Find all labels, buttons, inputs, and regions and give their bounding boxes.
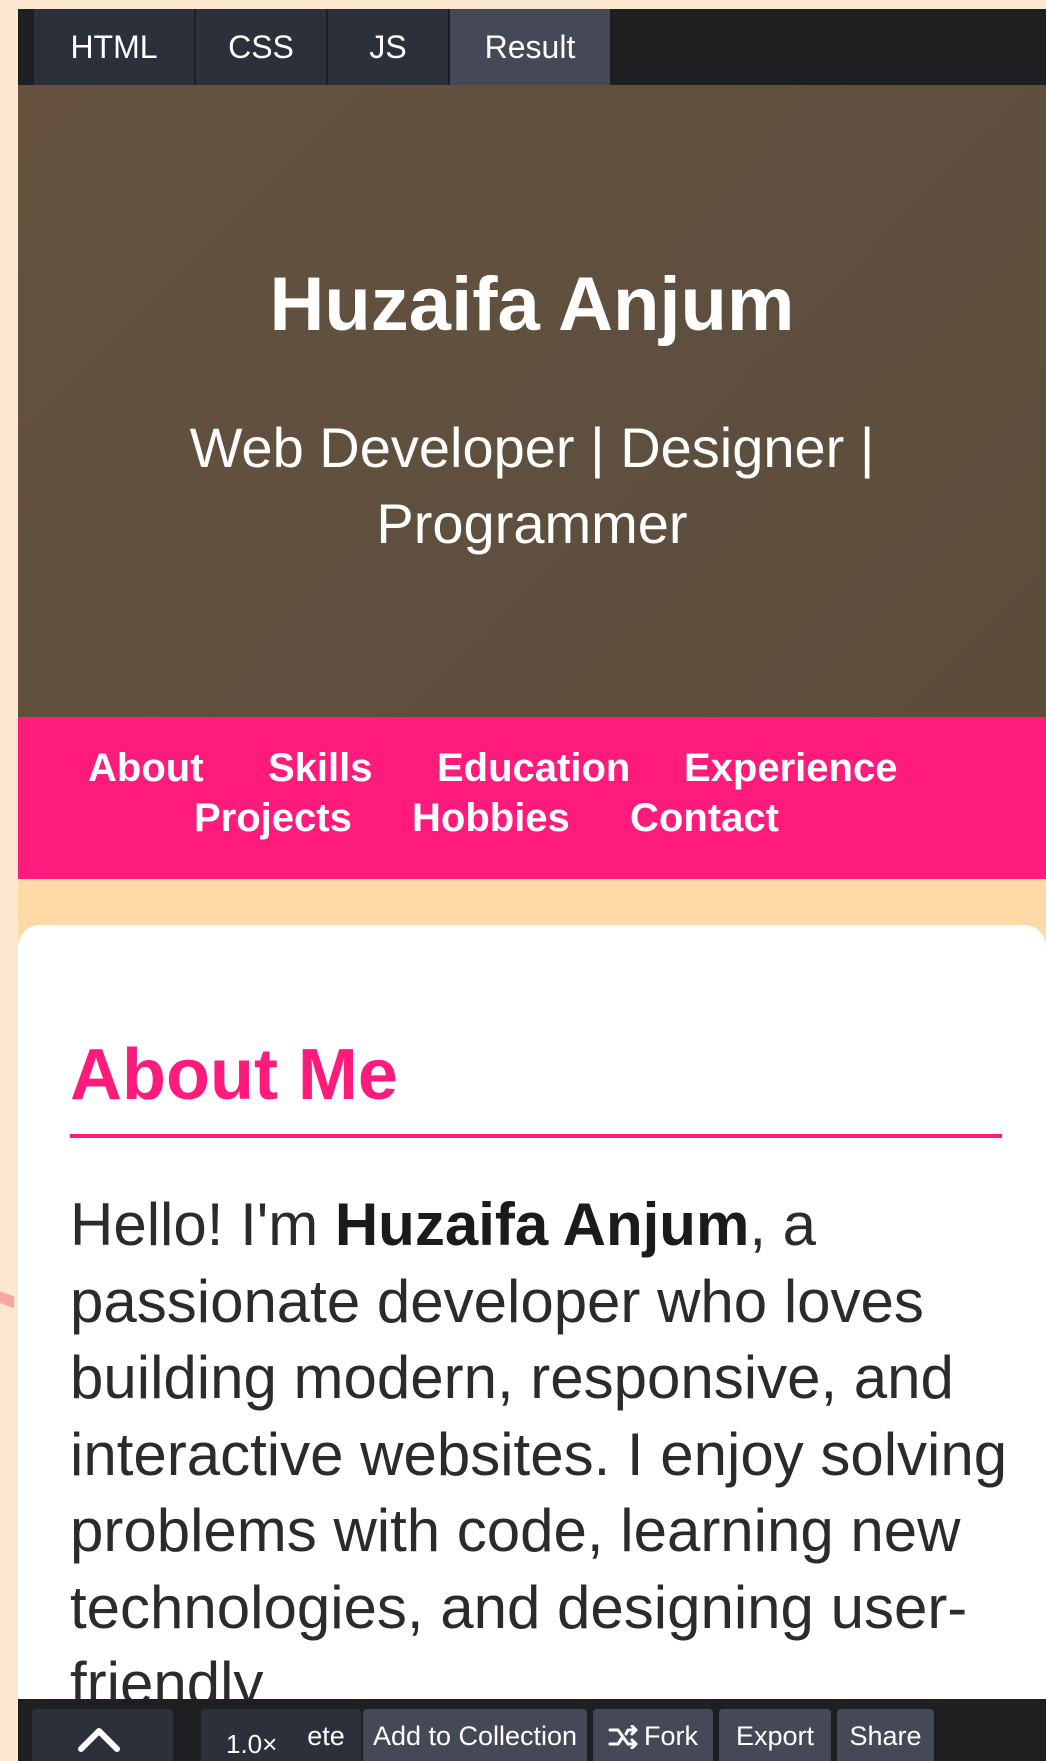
about-section-card: About Me Hello! I'm Huzaifa Anjum, a pas… [18,925,1046,1761]
nav-link-skills[interactable]: Skills [268,744,373,792]
add-to-collection-button[interactable]: Add to Collection [363,1709,587,1761]
codepen-frame: HTML CSS JS Result Huzaifa Anjum Web Dev… [18,9,1046,1761]
hero-header: Huzaifa Anjum Web Developer | Designer |… [18,85,1046,717]
share-button[interactable]: Share [837,1709,934,1761]
hero-tagline: Web Developer | Designer | Programmer [189,416,875,555]
about-paragraph: Hello! I'm Huzaifa Anjum, a passionate d… [70,1187,1010,1723]
export-button[interactable]: Export [719,1709,831,1761]
delete-button[interactable]: ete [201,1709,361,1761]
tab-html[interactable]: HTML [34,9,196,85]
nav-link-projects[interactable]: Projects [194,794,352,842]
about-name-bold: Huzaifa Anjum [334,1191,750,1258]
nav-link-hobbies[interactable]: Hobbies [412,794,570,842]
nav-link-education[interactable]: Education [437,744,630,792]
editor-tab-bar: HTML CSS JS Result [18,9,1046,85]
fork-icon [608,1725,638,1749]
decorative-edge-stroke [0,1270,14,1330]
about-body: , a passionate developer who loves build… [70,1191,1008,1717]
zoom-level[interactable]: 1.0× [226,1729,277,1760]
delete-label: ete [307,1721,345,1751]
nav-link-about[interactable]: About [88,744,204,792]
about-intro: Hello! I'm [70,1191,335,1258]
toggle-console-button[interactable] [32,1709,173,1761]
nav-link-contact[interactable]: Contact [630,794,779,842]
main-nav: About Skills Education Experience Projec… [18,717,1046,879]
fork-button[interactable]: Fork [593,1709,713,1761]
tab-css[interactable]: CSS [196,9,328,85]
bottom-toolbar: ete 1.0× Add to Collection Fork Export S… [18,1699,1046,1761]
tab-js[interactable]: JS [328,9,450,85]
title-underline [70,1134,1002,1138]
about-title: About Me [70,1035,398,1115]
nav-link-experience[interactable]: Experience [684,744,897,792]
tab-result[interactable]: Result [450,9,612,85]
fork-label: Fork [644,1721,698,1751]
chevron-up-icon [78,1728,120,1752]
hero-name: Huzaifa Anjum [269,262,795,347]
